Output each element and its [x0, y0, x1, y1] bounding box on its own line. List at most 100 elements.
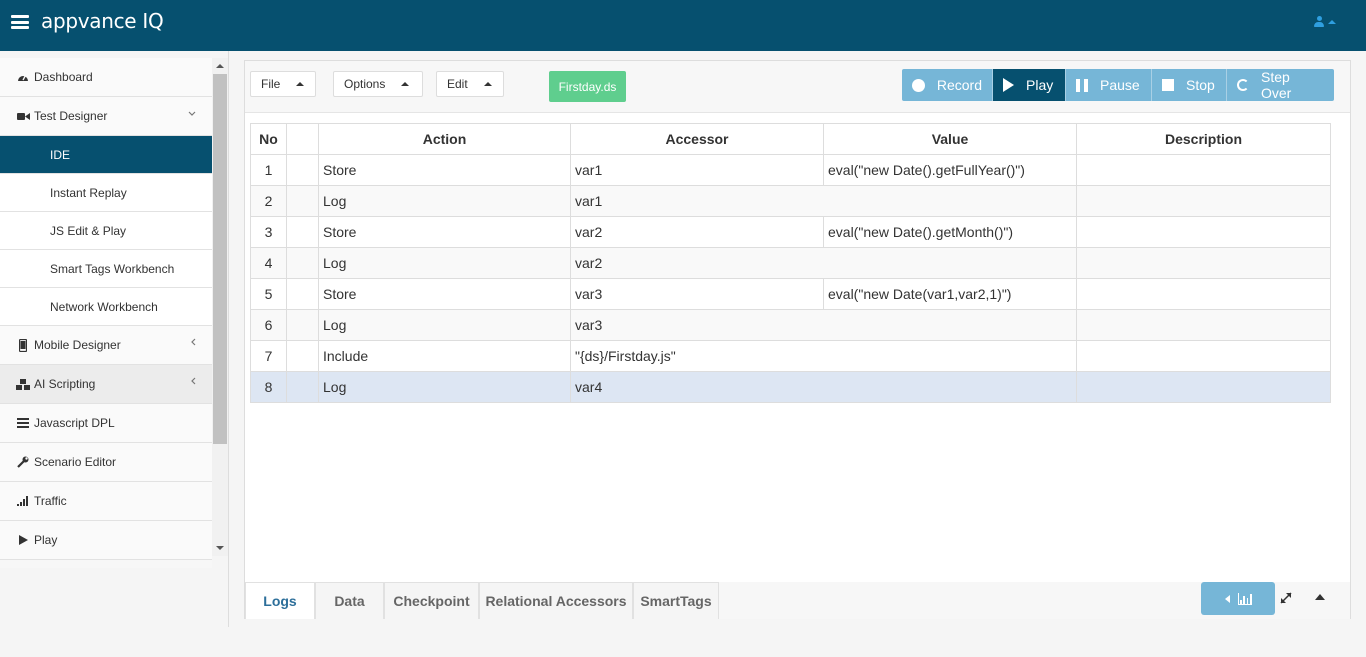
- expand-icon[interactable]: [1279, 591, 1293, 605]
- cell-description[interactable]: [1076, 371, 1331, 403]
- stop-icon: [1162, 79, 1174, 91]
- record-icon: [912, 78, 925, 92]
- cell-accessor[interactable]: var1: [570, 185, 1077, 217]
- sidebar-item-instant-replay[interactable]: Instant Replay: [0, 174, 212, 212]
- caret-up-icon: [296, 82, 305, 86]
- sidebar-item-label: IDE: [50, 147, 71, 162]
- cell-description[interactable]: [1076, 247, 1331, 279]
- stop-label: Stop: [1186, 77, 1215, 93]
- cell-blank: [286, 278, 319, 310]
- sidebar-item-mobile-designer[interactable]: Mobile Designer: [0, 326, 212, 365]
- tab-data[interactable]: Data: [315, 582, 384, 619]
- column-header-value[interactable]: Value: [823, 123, 1077, 155]
- script-steps-table: No Action Accessor Value Description 1 S…: [250, 123, 1331, 403]
- play-button[interactable]: Play: [993, 69, 1066, 101]
- edit-menu-button[interactable]: Edit: [436, 71, 504, 97]
- pause-icon: [1076, 78, 1088, 92]
- table-row[interactable]: 1 Store var1 eval("new Date().getFullYea…: [250, 154, 1331, 186]
- scroll-down-arrow-icon[interactable]: [216, 546, 224, 550]
- table-row[interactable]: 7 Include "{ds}/Firstday.js": [250, 340, 1331, 372]
- cell-action[interactable]: Include: [318, 340, 571, 372]
- tab-logs[interactable]: Logs: [245, 582, 315, 619]
- file-menu-button[interactable]: File: [250, 71, 316, 97]
- options-menu-button[interactable]: Options: [333, 71, 423, 97]
- record-button[interactable]: Record: [902, 69, 993, 101]
- user-menu[interactable]: [1314, 16, 1336, 27]
- cell-action[interactable]: Log: [318, 371, 571, 403]
- toggle-chart-button[interactable]: [1201, 582, 1275, 615]
- cell-value[interactable]: eval("new Date().getMonth()"): [823, 216, 1077, 248]
- cell-action[interactable]: Store: [318, 278, 571, 310]
- sidebar-item-label: Network Workbench: [50, 299, 158, 314]
- stop-button[interactable]: Stop: [1152, 69, 1227, 101]
- column-header-action[interactable]: Action: [318, 123, 571, 155]
- cell-no: 1: [250, 154, 287, 186]
- cell-accessor[interactable]: var4: [570, 371, 1077, 403]
- sidebar-item-label: Javascript DPL: [34, 416, 115, 430]
- cell-accessor[interactable]: var3: [570, 309, 1077, 341]
- cell-action[interactable]: Store: [318, 154, 571, 186]
- table-row[interactable]: 6 Log var3: [250, 309, 1331, 341]
- sidebar-item-ai-scripting[interactable]: AI Scripting: [0, 365, 212, 404]
- column-header-accessor[interactable]: Accessor: [570, 123, 824, 155]
- cell-value[interactable]: eval("new Date(var1,var2,1)"): [823, 278, 1077, 310]
- table-row[interactable]: 3 Store var2 eval("new Date().getMonth()…: [250, 216, 1331, 248]
- pause-button[interactable]: Pause: [1066, 69, 1152, 101]
- wrench-icon: [16, 456, 30, 468]
- table-row[interactable]: 4 Log var2: [250, 247, 1331, 279]
- cell-blank: [286, 247, 319, 279]
- table-row[interactable]: 5 Store var3 eval("new Date(var1,var2,1)…: [250, 278, 1331, 310]
- sidebar-item-traffic[interactable]: Traffic: [0, 482, 212, 521]
- cell-description[interactable]: [1076, 154, 1331, 186]
- sidebar-item-test-designer[interactable]: Test Designer: [0, 97, 212, 136]
- sidebar-item-dashboard[interactable]: Dashboard: [0, 58, 212, 97]
- cell-blank: [286, 371, 319, 403]
- tab-smarttags[interactable]: SmartTags: [633, 582, 719, 619]
- cell-accessor[interactable]: var2: [570, 216, 824, 248]
- sidebar-item-js-edit-play[interactable]: JS Edit & Play: [0, 212, 212, 250]
- cell-action[interactable]: Log: [318, 309, 571, 341]
- cell-description[interactable]: [1076, 340, 1331, 372]
- cell-description[interactable]: [1076, 216, 1331, 248]
- cell-accessor[interactable]: "{ds}/Firstday.js": [570, 340, 1077, 372]
- cell-description[interactable]: [1076, 309, 1331, 341]
- cell-description[interactable]: [1076, 185, 1331, 217]
- cell-description[interactable]: [1076, 278, 1331, 310]
- collapse-panel-icon[interactable]: [1315, 594, 1325, 600]
- scrollbar-thumb[interactable]: [213, 74, 227, 444]
- column-header-description[interactable]: Description: [1076, 123, 1331, 155]
- cell-action[interactable]: Store: [318, 216, 571, 248]
- cell-accessor[interactable]: var1: [570, 154, 824, 186]
- file-menu-label: File: [261, 77, 281, 91]
- sidebar-item-javascript-dpl[interactable]: Javascript DPL: [0, 404, 212, 443]
- cell-value[interactable]: eval("new Date().getFullYear()"): [823, 154, 1077, 186]
- table-row-selected[interactable]: 8 Log var4: [250, 371, 1331, 403]
- sidebar-item-play[interactable]: Play: [0, 521, 212, 560]
- app-logo[interactable]: appvance IQ: [41, 9, 164, 33]
- cell-accessor[interactable]: var3: [570, 278, 824, 310]
- sidebar-scrollbar[interactable]: [212, 58, 228, 556]
- signal-bars-icon: [16, 496, 30, 506]
- sidebar-item-ide[interactable]: IDE: [0, 136, 212, 174]
- cell-action[interactable]: Log: [318, 185, 571, 217]
- table-header-row: No Action Accessor Value Description: [250, 123, 1331, 155]
- file-name-badge[interactable]: Firstday.ds: [549, 71, 626, 102]
- sidebar-item-network-workbench[interactable]: Network Workbench: [0, 288, 212, 326]
- sidebar-item-label: Traffic: [34, 494, 67, 508]
- cubes-icon: [16, 378, 30, 390]
- chevron-left-icon: [190, 377, 196, 388]
- column-header-no[interactable]: No: [250, 123, 287, 155]
- table-row[interactable]: 2 Log var1: [250, 185, 1331, 217]
- play-icon: [1003, 78, 1014, 92]
- scroll-up-arrow-icon[interactable]: [216, 64, 224, 68]
- edit-menu-label: Edit: [447, 77, 468, 91]
- sidebar-item-smart-tags-workbench[interactable]: Smart Tags Workbench: [0, 250, 212, 288]
- hamburger-menu-icon[interactable]: [11, 15, 29, 29]
- cell-no: 7: [250, 340, 287, 372]
- cell-action[interactable]: Log: [318, 247, 571, 279]
- cell-accessor[interactable]: var2: [570, 247, 1077, 279]
- step-over-button[interactable]: Step Over: [1227, 69, 1334, 101]
- sidebar-item-scenario-editor[interactable]: Scenario Editor: [0, 443, 212, 482]
- tab-relational-accessors[interactable]: Relational Accessors: [479, 582, 633, 619]
- tab-checkpoint[interactable]: Checkpoint: [384, 582, 479, 619]
